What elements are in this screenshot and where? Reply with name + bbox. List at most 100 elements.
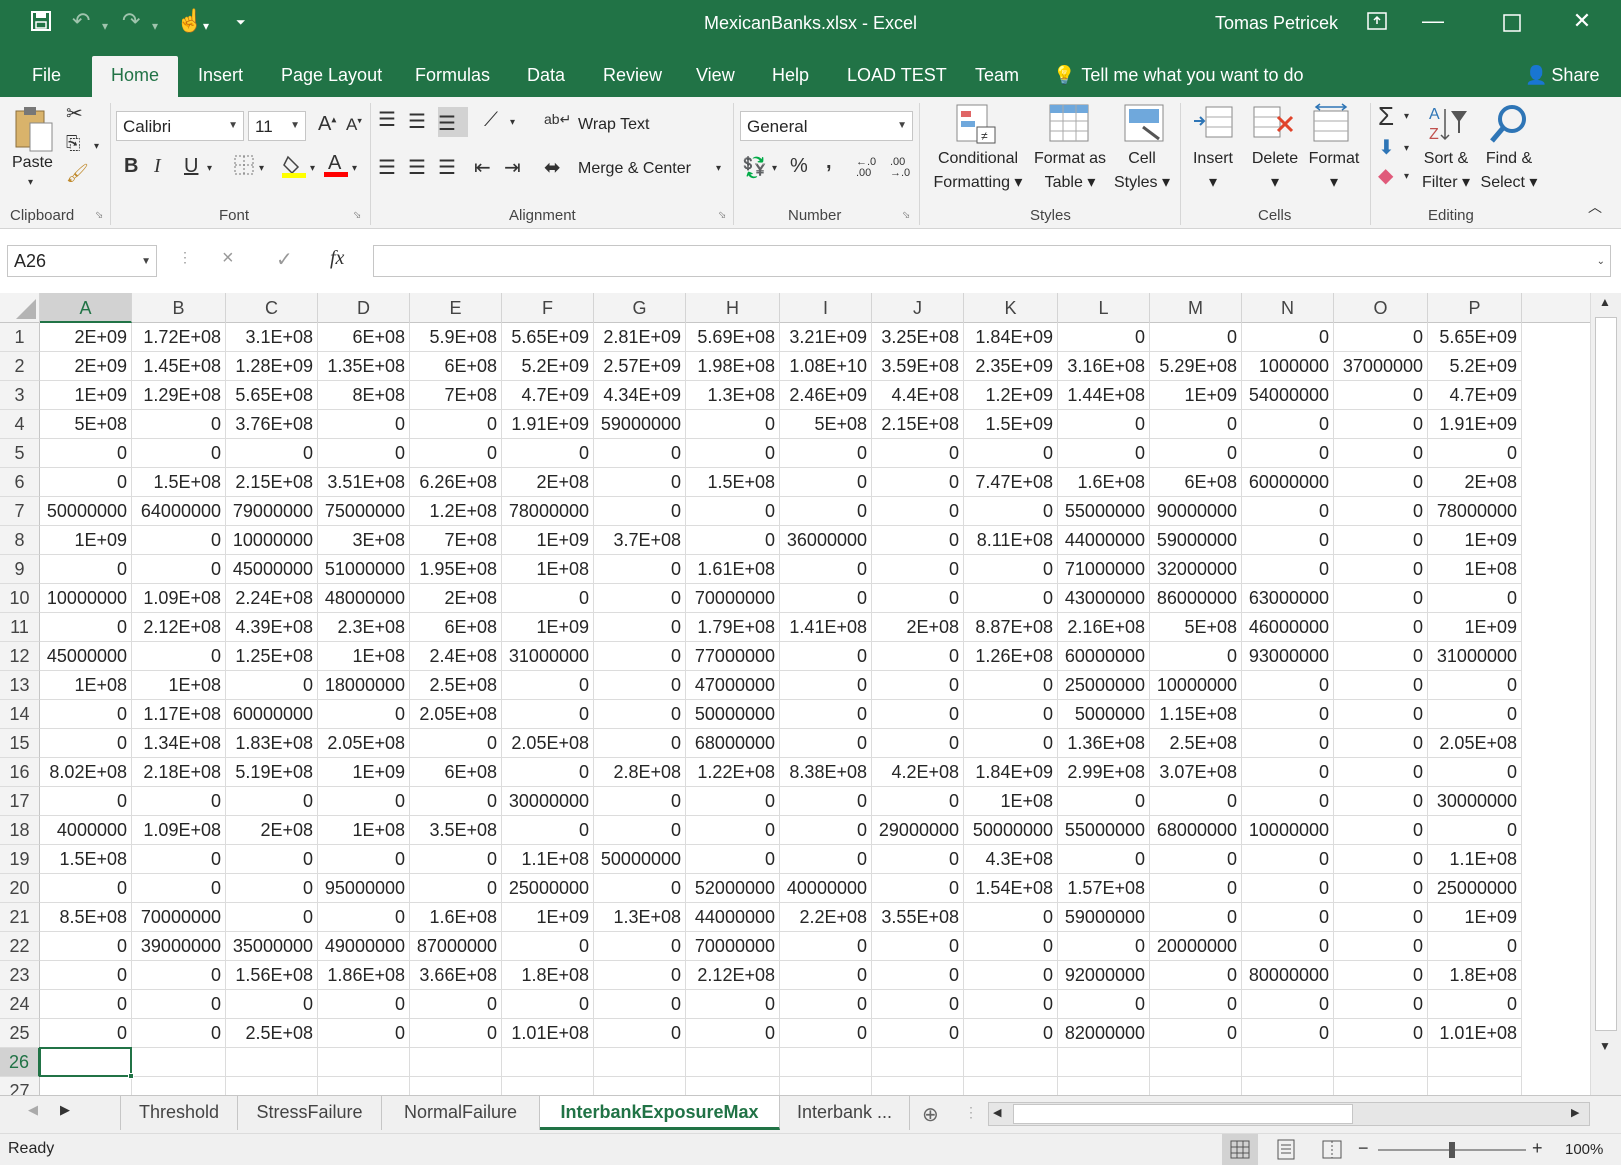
cell-g24[interactable]: 0 <box>594 990 686 1019</box>
cell-d8[interactable]: 3E+08 <box>318 526 410 555</box>
cell-n3[interactable]: 54000000 <box>1242 381 1334 410</box>
cell-e2[interactable]: 6E+08 <box>410 352 502 381</box>
column-header-b[interactable]: B <box>132 293 226 323</box>
cell-m27[interactable] <box>1150 1077 1242 1095</box>
bold-button[interactable]: B <box>124 155 138 178</box>
cell-p11[interactable]: 1E+09 <box>1428 613 1522 642</box>
cell-m6[interactable]: 6E+08 <box>1150 468 1242 497</box>
cell-styles-button[interactable]: Cell Styles ▾ <box>1110 147 1174 195</box>
cell-b4[interactable]: 0 <box>132 410 226 439</box>
tab-help[interactable]: Help <box>772 65 809 86</box>
cell-c19[interactable]: 0 <box>226 845 318 874</box>
cell-g17[interactable]: 0 <box>594 787 686 816</box>
cell-h24[interactable]: 0 <box>686 990 780 1019</box>
horizontal-scrollbar[interactable]: ◀ ▶ <box>988 1102 1590 1126</box>
cell-b3[interactable]: 1.29E+08 <box>132 381 226 410</box>
cell-o26[interactable] <box>1334 1048 1428 1077</box>
scroll-up-icon[interactable]: ▲ <box>1599 295 1611 309</box>
cell-d19[interactable]: 0 <box>318 845 410 874</box>
cell-m22[interactable]: 20000000 <box>1150 932 1242 961</box>
scroll-right-icon[interactable]: ▶ <box>1571 1106 1579 1119</box>
column-header-m[interactable]: M <box>1150 293 1242 323</box>
fill-handle[interactable] <box>128 1073 134 1079</box>
cell-o3[interactable]: 0 <box>1334 381 1428 410</box>
borders-icon[interactable] <box>234 155 254 181</box>
cell-c12[interactable]: 1.25E+08 <box>226 642 318 671</box>
cell-j17[interactable]: 0 <box>872 787 964 816</box>
cell-h18[interactable]: 0 <box>686 816 780 845</box>
borders-dropdown-icon[interactable]: ▾ <box>259 163 264 174</box>
column-header-p[interactable]: P <box>1428 293 1522 323</box>
cell-m24[interactable]: 0 <box>1150 990 1242 1019</box>
decrease-decimal-icon[interactable]: .00 →.0 <box>890 157 910 179</box>
sort-filter-button[interactable]: Sort & Filter ▾ <box>1416 147 1476 195</box>
cell-e23[interactable]: 3.66E+08 <box>410 961 502 990</box>
cell-g16[interactable]: 2.8E+08 <box>594 758 686 787</box>
cell-n22[interactable]: 0 <box>1242 932 1334 961</box>
cell-e10[interactable]: 2E+08 <box>410 584 502 613</box>
cell-d24[interactable]: 0 <box>318 990 410 1019</box>
cell-d10[interactable]: 48000000 <box>318 584 410 613</box>
cell-k8[interactable]: 8.11E+08 <box>964 526 1058 555</box>
cell-i13[interactable]: 0 <box>780 671 872 700</box>
cell-f1[interactable]: 5.65E+09 <box>502 323 594 352</box>
cell-a8[interactable]: 1E+09 <box>40 526 132 555</box>
cell-p18[interactable]: 0 <box>1428 816 1522 845</box>
cell-o17[interactable]: 0 <box>1334 787 1428 816</box>
row-header[interactable]: 21 <box>0 903 40 932</box>
cell-a15[interactable]: 0 <box>40 729 132 758</box>
paste-icon[interactable] <box>12 105 56 155</box>
cell-e15[interactable]: 0 <box>410 729 502 758</box>
cell-n15[interactable]: 0 <box>1242 729 1334 758</box>
cell-k2[interactable]: 2.35E+09 <box>964 352 1058 381</box>
row-header[interactable]: 2 <box>0 352 40 381</box>
tell-me-search[interactable]: 💡 Tell me what you want to do <box>1053 65 1304 86</box>
cell-o2[interactable]: 37000000 <box>1334 352 1428 381</box>
cell-e19[interactable]: 0 <box>410 845 502 874</box>
cell-h10[interactable]: 70000000 <box>686 584 780 613</box>
cell-e4[interactable]: 0 <box>410 410 502 439</box>
cell-g18[interactable]: 0 <box>594 816 686 845</box>
cell-n26[interactable] <box>1242 1048 1334 1077</box>
cell-h15[interactable]: 68000000 <box>686 729 780 758</box>
cell-p10[interactable]: 0 <box>1428 584 1522 613</box>
cell-p20[interactable]: 25000000 <box>1428 874 1522 903</box>
cell-l13[interactable]: 25000000 <box>1058 671 1150 700</box>
cell-e8[interactable]: 7E+08 <box>410 526 502 555</box>
cell-l4[interactable]: 0 <box>1058 410 1150 439</box>
increase-decimal-icon[interactable]: ←.0.00 <box>856 157 876 179</box>
cell-i11[interactable]: 1.41E+08 <box>780 613 872 642</box>
cell-g3[interactable]: 4.34E+09 <box>594 381 686 410</box>
cell-c3[interactable]: 5.65E+08 <box>226 381 318 410</box>
share-button[interactable]: 👤 Share <box>1525 65 1599 86</box>
cell-i14[interactable]: 0 <box>780 700 872 729</box>
cell-d23[interactable]: 1.86E+08 <box>318 961 410 990</box>
cell-m19[interactable]: 0 <box>1150 845 1242 874</box>
cell-b19[interactable]: 0 <box>132 845 226 874</box>
cell-i2[interactable]: 1.08E+10 <box>780 352 872 381</box>
cell-d7[interactable]: 75000000 <box>318 497 410 526</box>
cell-h2[interactable]: 1.98E+08 <box>686 352 780 381</box>
delete-cells-icon[interactable] <box>1252 103 1294 145</box>
cell-c8[interactable]: 10000000 <box>226 526 318 555</box>
cell-c23[interactable]: 1.56E+08 <box>226 961 318 990</box>
formula-input[interactable]: ⌄ <box>373 245 1611 277</box>
cell-j27[interactable] <box>872 1077 964 1095</box>
cell-o12[interactable]: 0 <box>1334 642 1428 671</box>
cell-c9[interactable]: 45000000 <box>226 555 318 584</box>
cell-c5[interactable]: 0 <box>226 439 318 468</box>
column-header-c[interactable]: C <box>226 293 318 323</box>
align-right-icon[interactable]: ☰ <box>438 155 456 180</box>
sheet-tab-interbank[interactable]: Interbank ... <box>780 1096 910 1130</box>
clear-icon[interactable]: ◆ <box>1378 163 1393 188</box>
cell-b13[interactable]: 1E+08 <box>132 671 226 700</box>
row-header[interactable]: 17 <box>0 787 40 816</box>
cell-j20[interactable]: 0 <box>872 874 964 903</box>
cell-n9[interactable]: 0 <box>1242 555 1334 584</box>
next-sheet-icon[interactable]: ▶ <box>60 1102 70 1118</box>
cell-c1[interactable]: 3.1E+08 <box>226 323 318 352</box>
cell-n8[interactable]: 0 <box>1242 526 1334 555</box>
cell-d12[interactable]: 1E+08 <box>318 642 410 671</box>
cell-i9[interactable]: 0 <box>780 555 872 584</box>
column-header-g[interactable]: G <box>594 293 686 323</box>
